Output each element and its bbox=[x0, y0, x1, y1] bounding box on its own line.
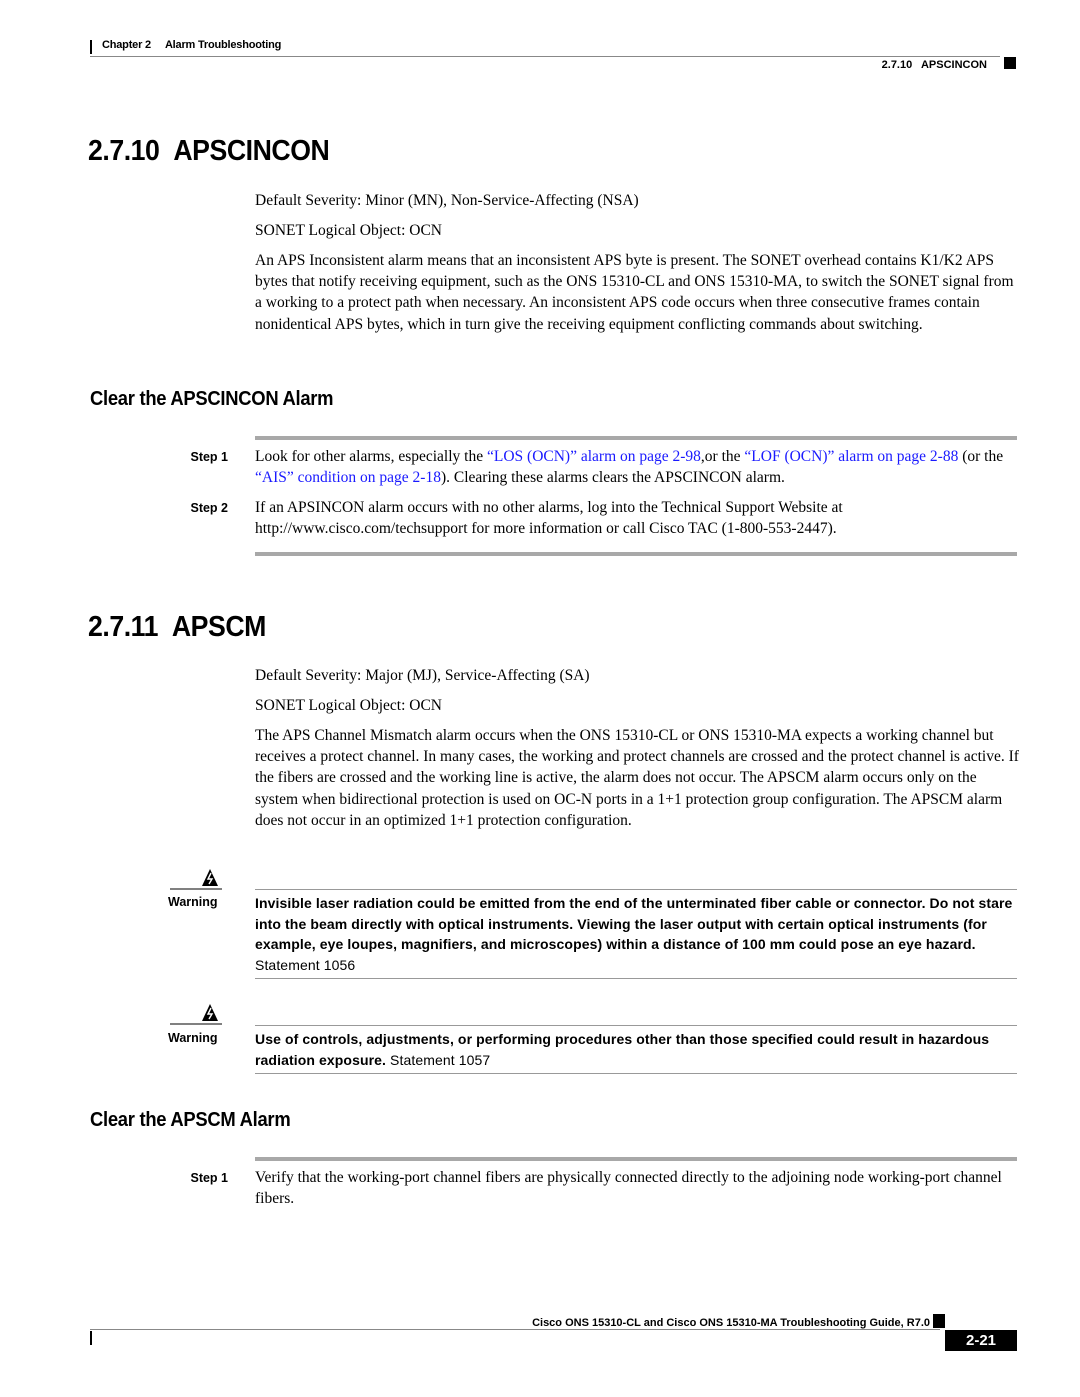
step-label: Step 1 bbox=[190, 450, 228, 464]
step-text-part: Look for other alarms, especially the bbox=[255, 448, 487, 465]
footer-guide-title: Cisco ONS 15310-CL and Cisco ONS 15310-M… bbox=[532, 1317, 930, 1329]
default-severity: Default Severity: Major (MJ), Service-Af… bbox=[255, 667, 590, 684]
footer-rule bbox=[90, 1329, 940, 1330]
header-margin-bar bbox=[90, 40, 92, 54]
step-text-part: ,or the bbox=[700, 448, 745, 465]
logical-object: SONET Logical Object: OCN bbox=[255, 222, 442, 239]
warning-text: Invisible laser radiation could be emitt… bbox=[255, 893, 1020, 975]
warning-triangle-lightning-icon bbox=[170, 866, 222, 895]
warning-bold-text: Use of controls, adjustments, or perform… bbox=[255, 1031, 990, 1068]
section-title: APSCM bbox=[171, 611, 267, 643]
procedure-heading-apscincon: Clear the APSCINCON Alarm bbox=[90, 388, 334, 410]
running-header-section: 2.7.10 APSCINCON bbox=[881, 59, 987, 71]
warning-triangle-lightning-icon bbox=[170, 1001, 222, 1030]
warning-top-rule bbox=[255, 889, 1017, 890]
section-number: 2.7.11 bbox=[88, 611, 158, 643]
section-heading-apscincon: 2.7.10 APSCINCON bbox=[88, 135, 330, 168]
section-description: An APS Inconsistent alarm means that an … bbox=[255, 252, 1014, 333]
procedure-bottom-rule bbox=[255, 552, 1017, 556]
warning-bottom-rule bbox=[255, 978, 1017, 979]
warning-bottom-rule bbox=[255, 1073, 1017, 1074]
link-ais-condition[interactable]: “AIS” condition on page 2-18 bbox=[255, 469, 441, 486]
header-rule bbox=[90, 56, 1000, 57]
logical-object: SONET Logical Object: OCN bbox=[255, 697, 442, 714]
default-severity: Default Severity: Minor (MN), Non-Servic… bbox=[255, 192, 639, 209]
warning-statement: Statement 1056 bbox=[255, 956, 356, 973]
footer-marker-block bbox=[933, 1314, 945, 1328]
section-title: APSCINCON bbox=[173, 135, 330, 167]
warning-bold-text: Invisible laser radiation could be emitt… bbox=[255, 895, 1013, 952]
section-number: 2.7.10 bbox=[88, 135, 160, 167]
footer-margin-bar bbox=[90, 1331, 92, 1345]
step-text-part: (or the bbox=[958, 448, 1004, 465]
warning-statement: Statement 1057 bbox=[386, 1051, 491, 1068]
section-description: The APS Channel Mismatch alarm occurs wh… bbox=[255, 727, 1019, 829]
chapter-title: Alarm Troubleshooting bbox=[164, 39, 282, 51]
chapter-label: Chapter 2 bbox=[102, 39, 151, 51]
step-label: Step 2 bbox=[190, 501, 228, 515]
warning-top-rule bbox=[255, 1025, 1017, 1026]
section-heading-apscm: 2.7.11 APSCM bbox=[88, 611, 266, 644]
step-label: Step 1 bbox=[190, 1171, 228, 1185]
header-marker-block bbox=[1004, 57, 1016, 69]
step-text: If an APSINCON alarm occurs with no othe… bbox=[255, 499, 843, 538]
step-text: Verify that the working-port channel fib… bbox=[255, 1169, 1002, 1208]
procedure-heading-apscm: Clear the APSCM Alarm bbox=[90, 1109, 291, 1131]
procedure-top-rule bbox=[255, 436, 1017, 440]
warning-text: Use of controls, adjustments, or perform… bbox=[255, 1029, 1020, 1070]
link-lof-ocn[interactable]: “LOF (OCN)” alarm on page 2-88 bbox=[744, 448, 958, 465]
procedure-top-rule bbox=[255, 1157, 1017, 1161]
running-header-chapter: Chapter 2 Alarm Troubleshooting bbox=[102, 39, 281, 51]
step-text: Look for other alarms, especially the “L… bbox=[255, 446, 1020, 488]
warning-label: Warning bbox=[168, 895, 218, 909]
warning-label: Warning bbox=[168, 1031, 218, 1045]
link-los-ocn[interactable]: “LOS (OCN)” alarm on page 2-98 bbox=[487, 448, 701, 465]
page-number: 2-21 bbox=[945, 1330, 1017, 1351]
step-text-part: ). Clearing these alarms clears the APSC… bbox=[440, 469, 785, 487]
